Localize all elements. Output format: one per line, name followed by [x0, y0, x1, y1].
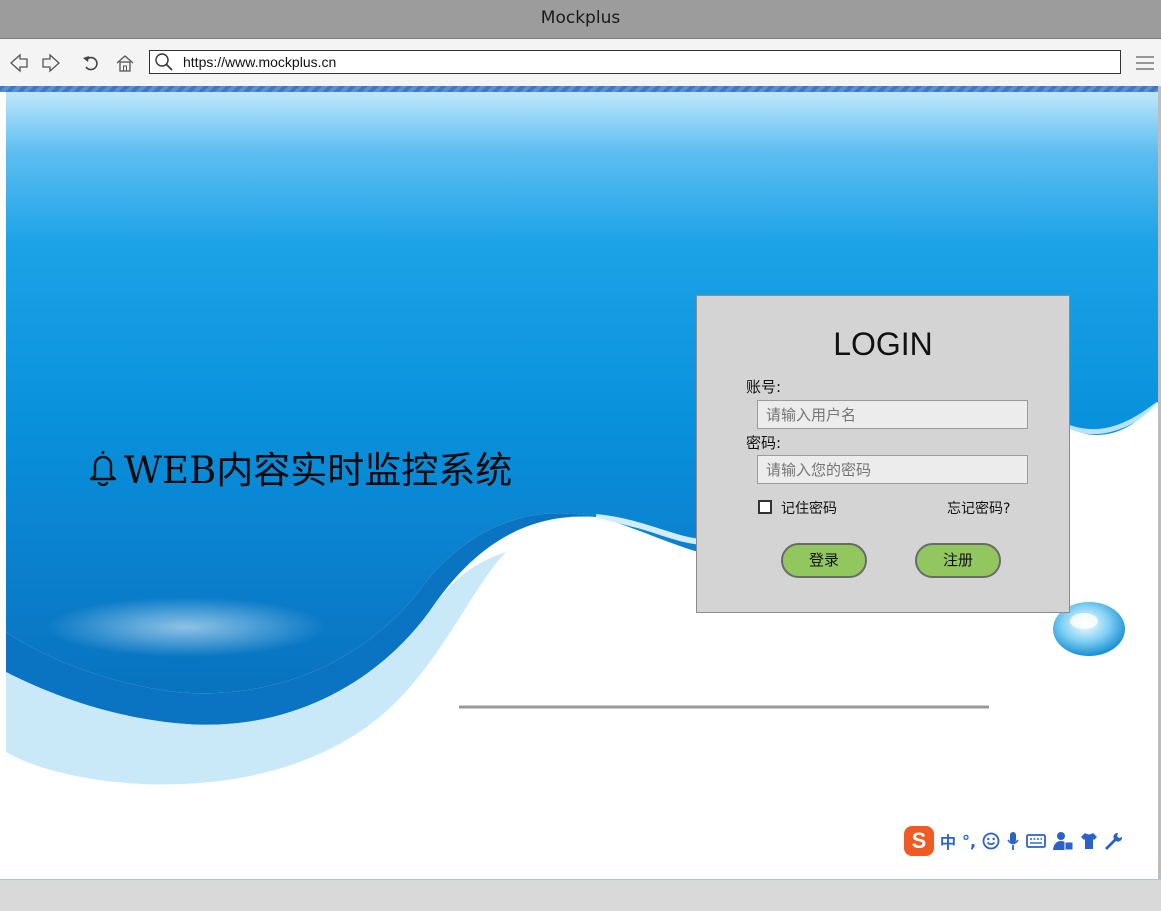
login-button[interactable]: 登录	[781, 543, 867, 578]
window-title: Mockplus	[540, 8, 621, 28]
password-label: 密码:	[746, 434, 782, 452]
page-viewport: WEB内容实时监控系统 LOGIN 账号: 密码: 记住密码 忘记密码? 登录 …	[6, 92, 1158, 879]
search-icon	[155, 53, 173, 71]
login-panel: LOGIN 账号: 密码: 记住密码 忘记密码? 登录 注册	[696, 295, 1070, 613]
remember-label[interactable]: 记住密码	[781, 498, 837, 518]
username-label: 账号:	[746, 378, 782, 396]
microphone-icon[interactable]	[1006, 831, 1020, 851]
bell-icon	[89, 451, 117, 486]
register-button[interactable]: 注册	[915, 543, 1001, 578]
page-heading: WEB内容实时监控系统	[86, 440, 512, 494]
login-title: LOGIN	[833, 326, 933, 362]
status-bar	[0, 879, 1161, 911]
url-text: https://www.mockplus.cn	[183, 54, 337, 70]
window-titlebar: Mockplus	[0, 0, 1161, 39]
password-input[interactable]	[757, 455, 1028, 484]
user-tools-icon[interactable]	[1052, 831, 1074, 851]
back-icon[interactable]	[9, 53, 29, 73]
skin-icon[interactable]	[1080, 832, 1098, 850]
home-icon[interactable]	[115, 53, 135, 73]
menu-icon[interactable]	[1135, 55, 1155, 71]
sogou-logo-icon[interactable]: S	[904, 826, 934, 856]
address-bar[interactable]: https://www.mockplus.cn	[149, 50, 1121, 74]
username-input[interactable]	[757, 400, 1028, 429]
ime-mode-toggle[interactable]: 中	[940, 829, 956, 853]
remember-checkbox[interactable]	[758, 500, 772, 514]
ime-toolbar: S 中 °,	[904, 826, 1123, 856]
emoji-icon[interactable]	[982, 832, 1000, 850]
forward-icon[interactable]	[41, 53, 61, 73]
forgot-password-link[interactable]: 忘记密码?	[947, 498, 1010, 518]
ime-punctuation-toggle[interactable]: °,	[962, 832, 976, 851]
wrench-icon[interactable]	[1104, 832, 1123, 850]
browser-toolbar: https://www.mockplus.cn	[0, 39, 1161, 86]
keyboard-icon[interactable]	[1026, 833, 1046, 849]
page-heading-text: WEB内容实时监控系统	[124, 449, 513, 492]
refresh-icon[interactable]	[81, 53, 101, 73]
